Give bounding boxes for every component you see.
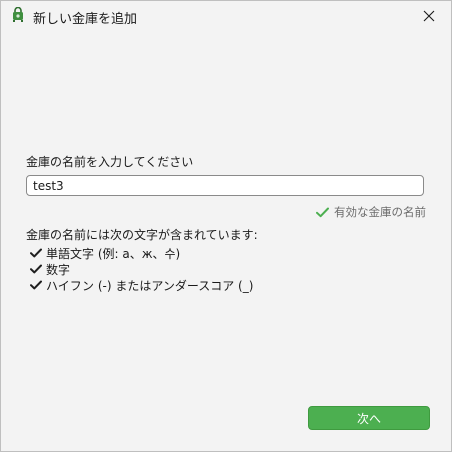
rule-item-label: 数字	[46, 262, 71, 277]
next-button[interactable]: 次へ	[308, 406, 430, 430]
vault-app-icon	[13, 7, 23, 22]
validation-status: 有効な金庫の名前	[316, 204, 426, 220]
checkmark-icon	[316, 207, 329, 217]
rule-item-label: ハイフン (-) またはアンダースコア (_)	[46, 278, 254, 293]
title-bar: 新しい金庫を追加	[1, 1, 451, 31]
checkmark-icon	[30, 264, 42, 274]
rules-list: 単語文字 (例: a、ж、수) 数字 ハイフン (-) またはアンダースコア (…	[30, 245, 253, 293]
validation-status-text: 有効な金庫の名前	[334, 205, 426, 219]
rule-item: ハイフン (-) またはアンダースコア (_)	[30, 277, 253, 293]
rule-item: 数字	[30, 261, 253, 277]
rules-heading: 金庫の名前には次の文字が含まれています:	[26, 228, 258, 242]
close-button[interactable]	[407, 1, 451, 31]
close-icon	[423, 10, 435, 22]
vault-name-label: 金庫の名前を入力してください	[26, 155, 194, 169]
rule-item-label: 単語文字 (例: a、ж、수)	[46, 246, 181, 261]
vault-name-input[interactable]	[26, 175, 424, 196]
checkmark-icon	[30, 248, 42, 258]
dialog-window: 新しい金庫を追加 金庫の名前を入力してください 有効な金庫の名前 金庫の名前には…	[0, 0, 452, 452]
rule-item: 単語文字 (例: a、ж、수)	[30, 245, 253, 261]
checkmark-icon	[30, 280, 42, 290]
window-title: 新しい金庫を追加	[33, 12, 138, 27]
